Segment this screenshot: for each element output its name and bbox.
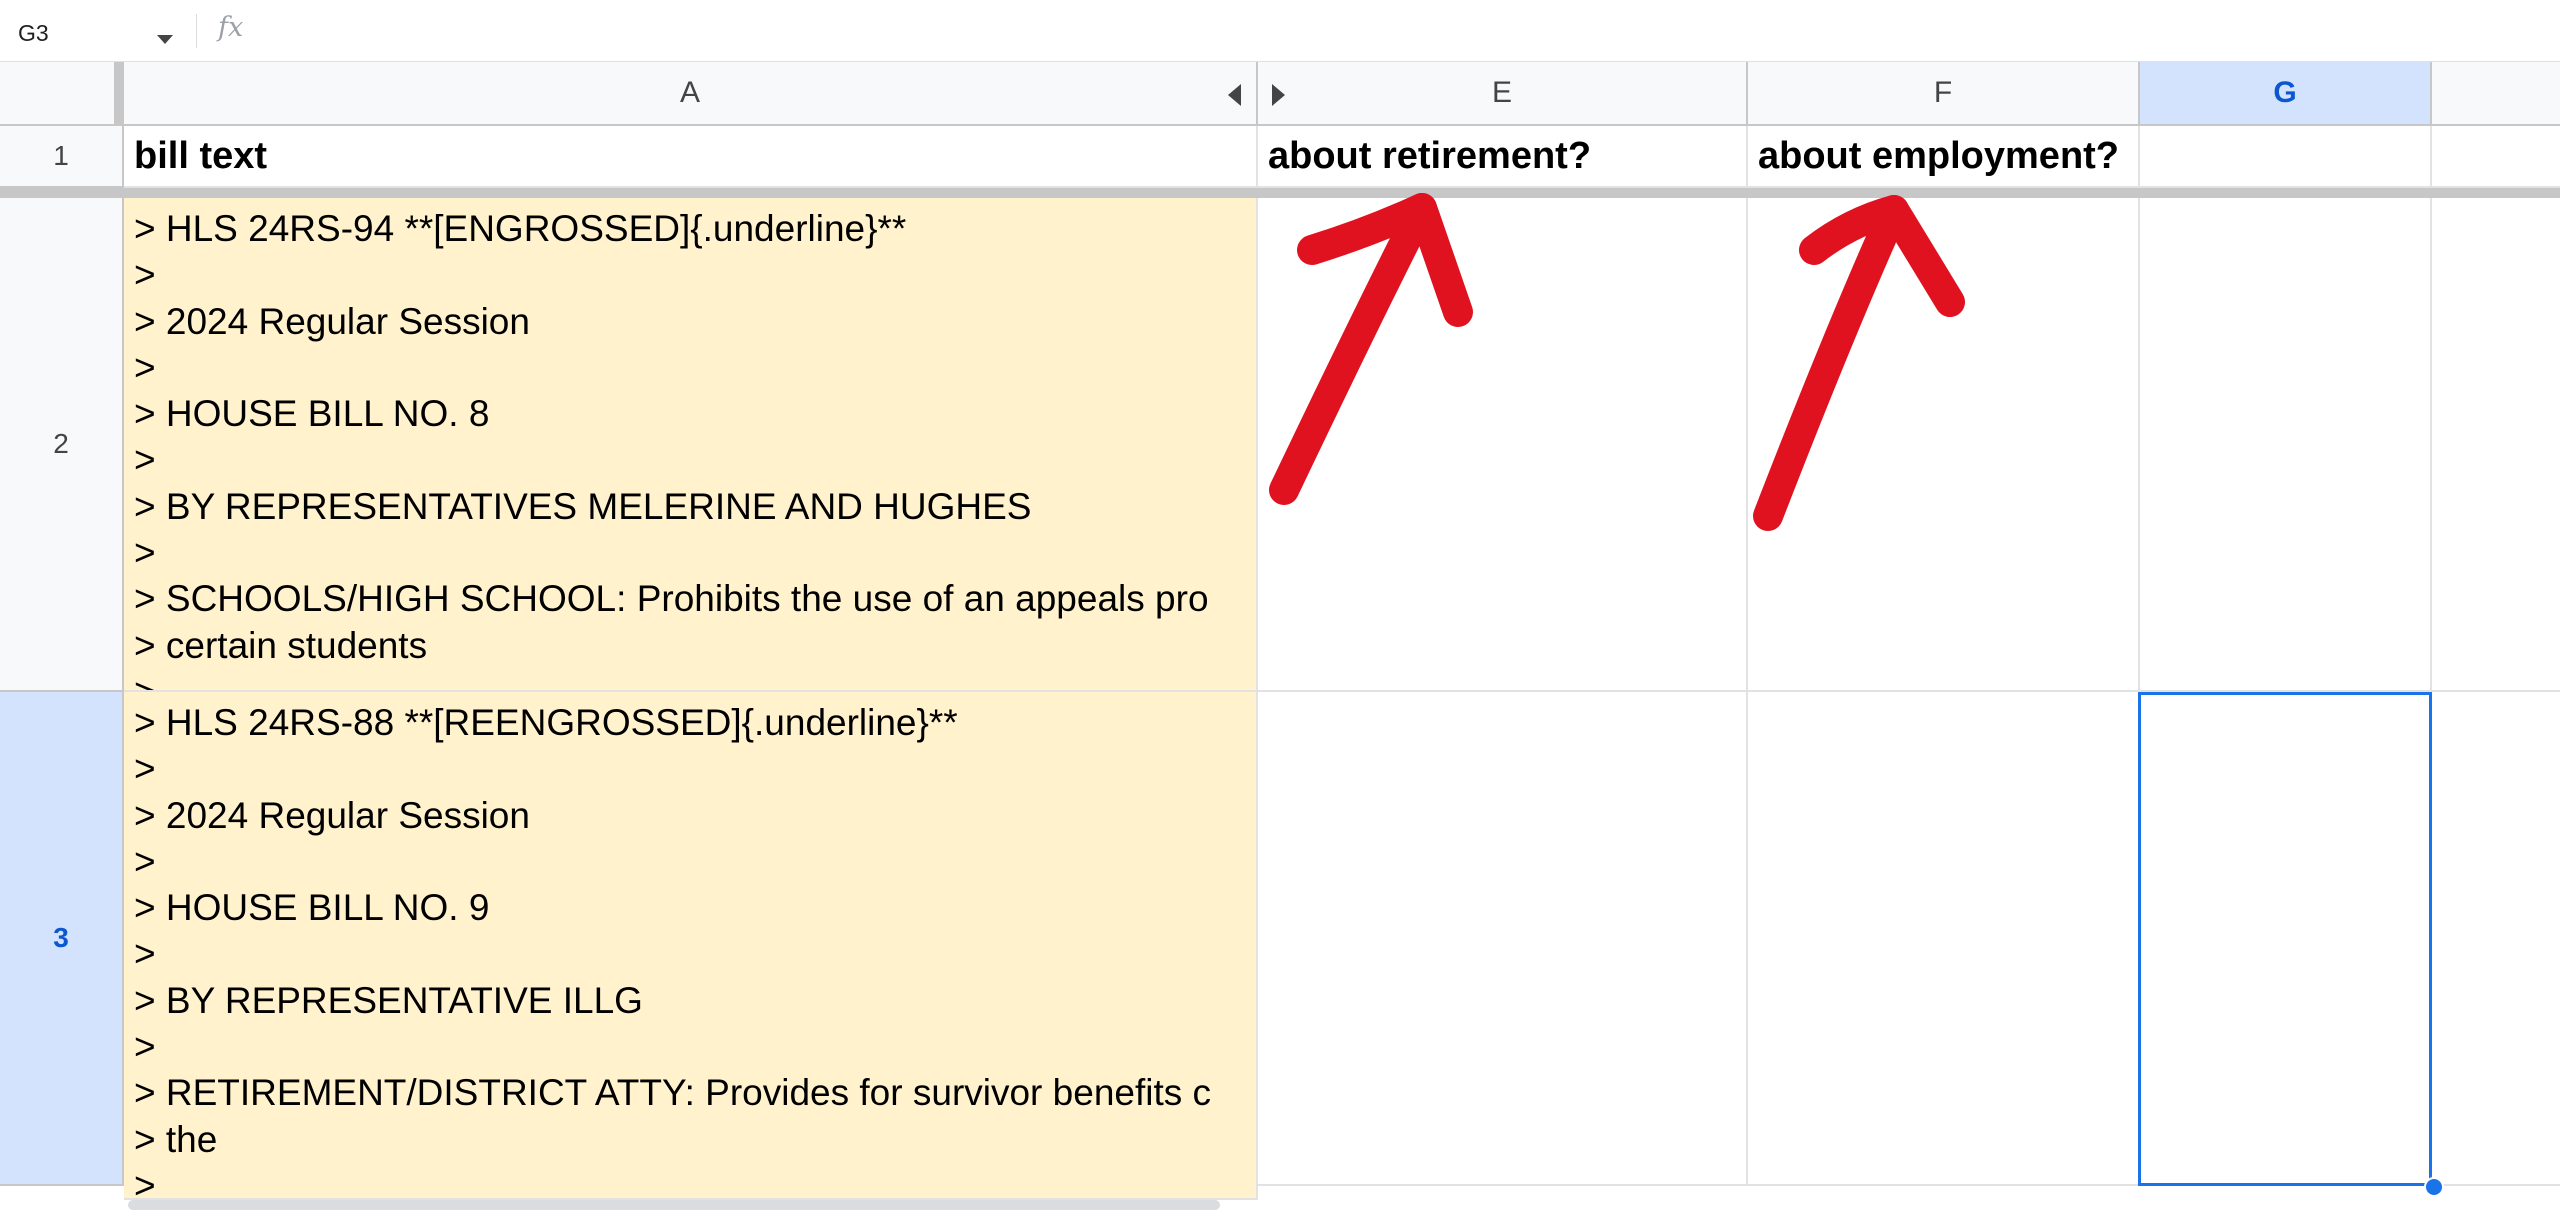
cell-g1[interactable] [2140,126,2432,188]
column-header-g[interactable]: G [2140,62,2432,126]
cell-next-3[interactable] [2432,692,2560,1186]
collapse-left-icon[interactable] [1228,84,1241,106]
row-header-3[interactable]: 3 [0,692,124,1186]
row-header-2[interactable]: 2 [0,198,124,692]
cell-g2[interactable] [2140,198,2432,692]
column-header-next[interactable] [2432,62,2560,126]
fill-handle[interactable] [2424,1177,2444,1197]
select-all-corner[interactable] [0,62,124,126]
cell-next-1[interactable] [2432,126,2560,188]
cell-f3[interactable] [1748,692,2140,1186]
active-cell-selection [2138,692,2432,1186]
row-header-1[interactable]: 1 [0,126,124,188]
cell-a2[interactable]: > HLS 24RS-94 **[ENGROSSED]{.underline}*… [124,198,1258,692]
cell-e1[interactable]: about retirement? [1258,126,1748,188]
cell-e3[interactable] [1258,692,1748,1186]
cell-f2[interactable] [1748,198,2140,692]
expand-right-icon[interactable] [1272,84,1285,106]
cell-next-2[interactable] [2432,198,2560,692]
horizontal-scrollbar[interactable] [128,1200,1220,1210]
cell-e2[interactable] [1258,198,1748,692]
spreadsheet-grid: A E F G 1 2 3 bill text about retirement… [0,0,2560,1210]
cell-a1[interactable]: bill text [124,126,1258,188]
column-header-f[interactable]: F [1748,62,2140,126]
column-header-e[interactable]: E [1258,62,1748,126]
frozen-row-divider[interactable] [0,188,2560,198]
cell-f1[interactable]: about employment? [1748,126,2140,188]
cell-a3[interactable]: > HLS 24RS-88 **[REENGROSSED]{.underline… [124,692,1258,1200]
column-header-a[interactable]: A [124,62,1258,126]
